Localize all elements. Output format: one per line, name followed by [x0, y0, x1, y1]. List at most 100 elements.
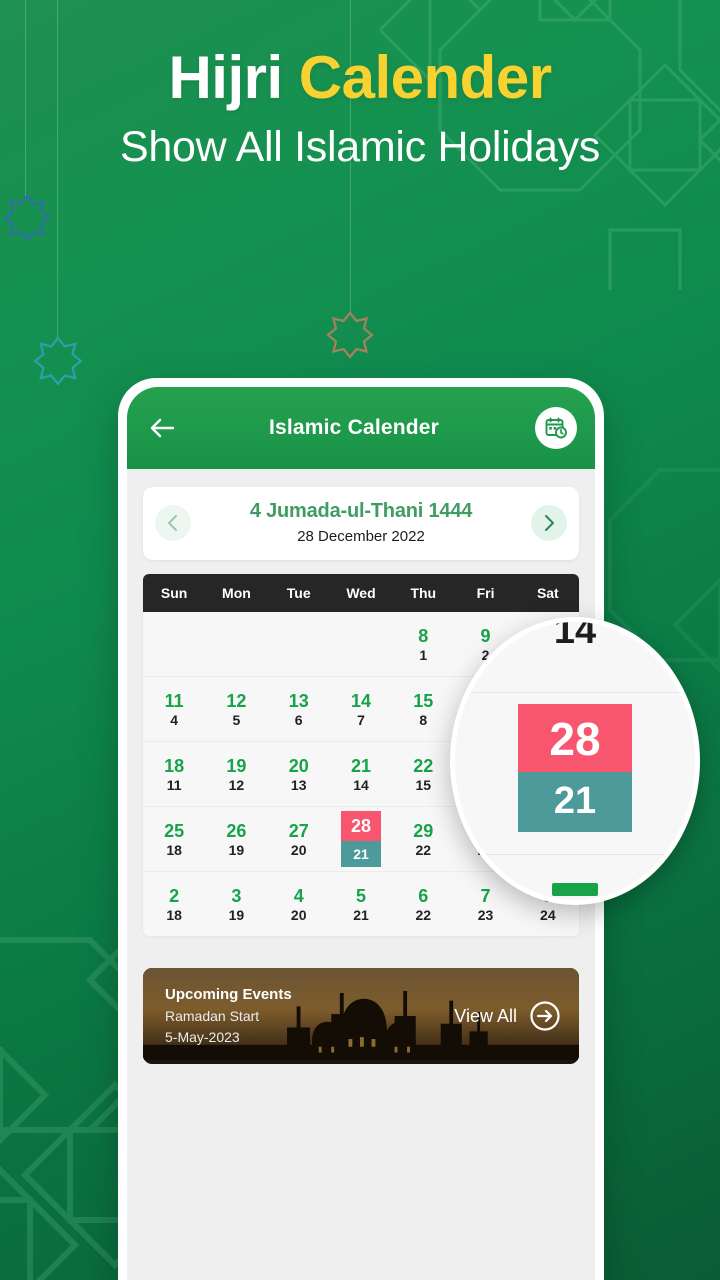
calendar-day-cell-selected[interactable]: 28 21: [330, 807, 392, 871]
page-title-accent: Calender: [298, 44, 552, 111]
gregorian-day-number: 12: [226, 690, 247, 711]
gregorian-day-number: 8: [418, 625, 429, 646]
calendar-day-cell[interactable]: 25 18: [143, 807, 205, 871]
page-title-part1: Hijri: [168, 44, 299, 111]
hijri-day-number: 21: [340, 841, 381, 867]
calendar-action-button[interactable]: [535, 407, 577, 449]
calendar-day-cell[interactable]: 13 6: [268, 677, 330, 741]
star-ornament-3: [326, 311, 374, 359]
calendar-day-cell[interactable]: 81: [392, 612, 454, 676]
promo-screenshot: Hijri Calender Show All Islamic Holidays…: [0, 0, 720, 1280]
gregorian-day-number: 11: [164, 690, 184, 711]
next-month-button[interactable]: [531, 504, 567, 541]
hijri-day-number: 6: [294, 711, 303, 728]
gregorian-day-number: 3: [231, 885, 242, 906]
hijri-day-number: 19: [228, 906, 245, 923]
magnifier-rule-top: [455, 692, 695, 693]
magnifier-content: 14 28 21: [455, 622, 695, 900]
hijri-day-number: 18: [166, 841, 182, 858]
hijri-day-number: 12: [228, 776, 245, 793]
event-name: Ramadan Start: [165, 1007, 260, 1024]
gregorian-day-number: 5: [355, 885, 366, 906]
calendar-day-cell[interactable]: 15 8: [392, 677, 454, 741]
calendar-day-cell[interactable]: 14 7: [330, 677, 392, 741]
magnifier-lens: 14 28 21: [450, 617, 700, 905]
gregorian-day-number: 19: [226, 755, 247, 776]
calendar-day-cell[interactable]: 26 19: [205, 807, 267, 871]
star-ornament-1: [3, 194, 51, 242]
calendar-clock-icon: [545, 417, 567, 439]
event-date: 5-May-2023: [165, 1028, 240, 1045]
calendar-day-cell[interactable]: 6 22: [392, 872, 454, 936]
calendar-day-cell[interactable]: 20 13: [268, 742, 330, 806]
magnifier-gregorian-day: 28: [518, 704, 632, 772]
magnifier-event-marker: [552, 883, 598, 896]
hijri-day-number: 20: [290, 906, 307, 923]
calendar-day-cell[interactable]: 29 22: [392, 807, 454, 871]
hijri-day-number: 23: [477, 906, 494, 923]
gregorian-day-number: 29: [413, 820, 434, 841]
calendar-day-cell[interactable]: 2 18: [143, 872, 205, 936]
hijri-day-number: 11: [166, 776, 182, 793]
month-labels: 4 Jumada-ul-Thani 1444 28 December 2022: [191, 500, 531, 545]
hijri-day-number: 1: [419, 646, 428, 663]
hijri-day-number: 15: [415, 776, 432, 793]
hijri-day-number: 21: [353, 906, 369, 923]
gregorian-day-number: 4: [293, 885, 304, 906]
star-ornament-2: [33, 336, 83, 386]
events-title: Upcoming Events: [165, 986, 292, 1004]
gregorian-day-number: 22: [413, 755, 434, 776]
calendar-day-header: Wed: [346, 585, 376, 601]
gregorian-day-number: 15: [413, 690, 434, 711]
previous-month-button[interactable]: [155, 504, 191, 541]
calendar-day-header: Fri: [476, 585, 495, 601]
arrow-right-circle-icon: [530, 1001, 560, 1031]
calendar-day-header: Thu: [410, 585, 437, 601]
magnifier-top-number: 14: [553, 617, 597, 652]
calendar-day-cell: [268, 612, 330, 676]
gregorian-day-number: 2: [169, 885, 180, 906]
calendar-day-cell[interactable]: 4 20: [268, 872, 330, 936]
page-title: Hijri Calender: [0, 46, 720, 109]
app-bar: Islamic Calender: [127, 387, 595, 469]
upcoming-events-card[interactable]: Upcoming Events Ramadan Start 5-May-2023…: [143, 968, 579, 1064]
calendar-day-cell[interactable]: 21 14: [330, 742, 392, 806]
calendar-day-headers: Sun Mon Tue Wed Thu Fri Sat: [143, 574, 579, 612]
arrow-left-icon: [150, 418, 175, 438]
calendar-day-header: Sat: [536, 585, 559, 601]
gregorian-day-number: 27: [288, 820, 309, 841]
calendar-day-cell[interactable]: 19 12: [205, 742, 267, 806]
hijri-day-number: 19: [228, 841, 245, 858]
hero-text-block: Hijri Calender Show All Islamic Holidays: [0, 46, 720, 172]
gregorian-day-number: 18: [164, 755, 185, 776]
hijri-day-number: 4: [170, 711, 179, 728]
gregorian-day-number: 26: [226, 820, 247, 841]
calendar-day-cell[interactable]: 22 15: [392, 742, 454, 806]
hijri-day-number: 5: [232, 711, 241, 728]
gregorian-day-number: 13: [288, 690, 309, 711]
gregorian-day-number: 25: [164, 820, 185, 841]
calendar-day-cell[interactable]: 3 19: [205, 872, 267, 936]
gregorian-day-number: 21: [350, 755, 371, 776]
calendar-day-cell: [205, 612, 267, 676]
calendar-day-header: Tue: [286, 585, 311, 601]
gregorian-day-number: 6: [418, 885, 429, 906]
hijri-day-number: 24: [540, 906, 556, 923]
chevron-right-icon: [544, 514, 555, 531]
hijri-day-number: 20: [290, 841, 307, 858]
calendar-day-cell[interactable]: 5 21: [330, 872, 392, 936]
calendar-day-cell[interactable]: 27 20: [268, 807, 330, 871]
view-all-control[interactable]: View All: [454, 1000, 561, 1032]
magnifier-hijri-day: 21: [518, 772, 632, 832]
hijri-day-number: 7: [357, 711, 365, 728]
calendar-day-cell[interactable]: 12 5: [205, 677, 267, 741]
gregorian-day-number: 14: [350, 690, 371, 711]
month-selector-card: 4 Jumada-ul-Thani 1444 28 December 2022: [143, 487, 579, 560]
hijri-day-number: 13: [290, 776, 307, 793]
calendar-day-cell[interactable]: 18 11: [143, 742, 205, 806]
events-text-block: Upcoming Events Ramadan Start 5-May-2023: [165, 984, 454, 1048]
magnifier-selected-day: 28 21: [518, 704, 632, 832]
chevron-left-icon: [167, 514, 178, 531]
calendar-day-cell[interactable]: 11 4: [143, 677, 205, 741]
page-subtitle: Show All Islamic Holidays: [119, 123, 600, 171]
